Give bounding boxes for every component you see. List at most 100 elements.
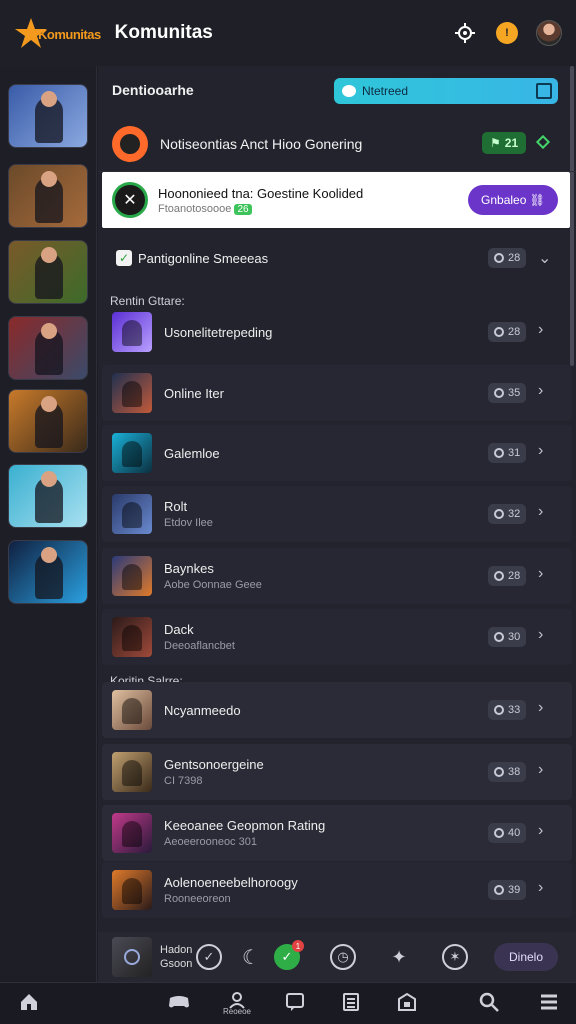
chevron-right-icon[interactable]: › — [538, 503, 543, 521]
game-row[interactable]: Online Iter 35 › — [98, 363, 576, 423]
nav-search[interactable] — [476, 991, 502, 1017]
promo-card[interactable]: ✕ Hoononieed tna: Goestine Koolided Ftoa… — [102, 172, 570, 228]
players-icon — [494, 509, 504, 519]
feature-row[interactable]: Notiseontias Anct Hioo Gonering ⚑ 21 — [98, 116, 576, 172]
game-subtitle: Deeoaflancbet — [164, 640, 235, 652]
player-count-pill: 40 — [488, 823, 527, 843]
join-button[interactable]: Gnbaleo ⛓ — [468, 185, 558, 215]
player-count-pill: 28 — [488, 322, 527, 342]
online-checkbox[interactable]: ✓ — [116, 250, 132, 266]
action-button[interactable]: Dinelo — [494, 943, 558, 971]
game-thumb-7[interactable] — [8, 540, 88, 604]
game-title: Keeoanee Geopmon Rating — [164, 818, 326, 833]
game-figure — [122, 381, 142, 407]
game-figure — [122, 441, 142, 467]
clock-icon[interactable]: ◷ — [330, 944, 356, 970]
app-logo[interactable]: Komunitas — [14, 16, 101, 50]
game-title: Rolt — [164, 499, 188, 514]
check-badge-icon[interactable]: ✓ 1 — [274, 940, 304, 970]
edit-icon — [536, 83, 552, 99]
chevron-right-icon[interactable]: › — [538, 442, 543, 460]
chevron-right-icon[interactable]: › — [538, 321, 543, 339]
nav-list[interactable] — [338, 991, 364, 1017]
game-thumbnail — [112, 813, 152, 853]
nav-home[interactable] — [16, 991, 42, 1017]
game-row[interactable]: Galemloe 31 › — [98, 423, 576, 483]
online-filter-label: Pantigonline Smeeeas — [138, 250, 269, 266]
chevron-right-icon[interactable]: › — [538, 699, 543, 717]
chevron-right-icon[interactable]: › — [538, 822, 543, 840]
settings-button[interactable] — [452, 20, 478, 46]
game-figure — [122, 320, 142, 346]
search-icon — [479, 992, 499, 1012]
filter-row: Dentiooarhe Ntetreed — [98, 66, 576, 114]
players-icon — [494, 448, 504, 458]
chevron-right-icon[interactable]: › — [538, 382, 543, 400]
game-thumbnail — [112, 617, 152, 657]
game-thumbnail — [112, 556, 152, 596]
compass-icon[interactable]: ✶ — [442, 944, 468, 970]
game-thumb-3[interactable] — [8, 240, 88, 304]
notification-button[interactable]: ! — [494, 20, 520, 46]
home-icon — [21, 994, 37, 1010]
chevron-down-icon[interactable]: ⌄ — [538, 248, 551, 268]
bottom-nav: Reoeoe — [0, 982, 576, 1024]
game-thumb-6[interactable] — [8, 464, 88, 528]
game-row[interactable]: Usonelitetrepeding 28 › — [98, 302, 576, 362]
game-subtitle: Rooneeoreon — [164, 893, 231, 905]
promo-subtitle: Ftoanotosoooe 26 — [158, 203, 363, 215]
chat-icon — [286, 993, 304, 1011]
nav-community-label: Reoeoe — [222, 1007, 252, 1016]
players-icon — [494, 632, 504, 642]
game-figure — [122, 564, 142, 590]
game-row[interactable]: Baynkes Aobe Oonnae Geee 28 › — [98, 546, 576, 606]
game-thumbnail — [112, 433, 152, 473]
game-figure — [122, 878, 142, 904]
players-icon — [494, 253, 504, 263]
like-icon[interactable]: ✓ — [196, 944, 222, 970]
game-thumb-1[interactable] — [8, 84, 88, 148]
chevron-right-icon[interactable]: › — [538, 565, 543, 583]
players-icon — [494, 705, 504, 715]
nav-community[interactable]: Reoeoe — [222, 991, 252, 1017]
chevron-right-icon[interactable]: › — [538, 626, 543, 644]
settings-icon — [455, 23, 475, 43]
chevron-right-icon[interactable]: › — [538, 761, 543, 779]
game-figure — [122, 502, 142, 528]
game-row[interactable]: Keeoanee Geopmon Rating Aeoeerooneoc 301 4… — [98, 803, 576, 863]
chevron-right-icon[interactable]: › — [538, 879, 543, 897]
character-head — [41, 91, 57, 107]
online-filter-row[interactable]: ✓ Pantigonline Smeeeas 28 ⌄ — [98, 236, 576, 280]
puzzle-icon[interactable]: ✦ — [386, 944, 412, 970]
xbox-icon: ✕ — [112, 182, 148, 218]
action-thumb[interactable] — [112, 937, 152, 977]
game-subtitle: Aeoeerooneoc 301 — [164, 836, 257, 848]
game-thumb-4[interactable] — [8, 316, 88, 380]
nav-store[interactable] — [394, 991, 420, 1017]
game-row[interactable]: Ncyanmeedo 33 › — [98, 680, 576, 740]
game-row[interactable]: Rolt Etdov Ilee 32 › — [98, 484, 576, 544]
nav-menu[interactable] — [536, 991, 562, 1017]
nav-chat[interactable] — [282, 991, 308, 1017]
link-icon: ⛓ — [529, 193, 545, 207]
avatar — [536, 20, 562, 46]
diamond-icon[interactable] — [535, 134, 551, 150]
game-thumbnail — [112, 312, 152, 352]
nav-games[interactable] — [166, 991, 192, 1017]
game-title: Gentsonoergeine — [164, 757, 264, 772]
game-row[interactable]: Dack Deeoaflancbet 30 › — [98, 607, 576, 667]
game-row[interactable]: Aolenoeneebelhoroogy Rooneeoreon 39 › — [98, 860, 576, 920]
moon-icon[interactable]: ☾ — [238, 944, 264, 970]
game-row[interactable]: Gentsonoergeine CI 7398 38 › — [98, 742, 576, 802]
profile-button[interactable] — [536, 20, 562, 46]
player-count-pill: 35 — [488, 383, 527, 403]
character-head — [41, 471, 57, 487]
game-title: Baynkes — [164, 561, 214, 576]
filter-button[interactable]: Ntetreed — [334, 78, 558, 104]
game-thumb-5[interactable] — [8, 389, 88, 453]
game-title: Galemloe — [164, 445, 220, 461]
game-thumb-2[interactable] — [8, 164, 88, 228]
character-head — [41, 247, 57, 263]
character-head — [41, 547, 57, 563]
players-icon — [494, 571, 504, 581]
